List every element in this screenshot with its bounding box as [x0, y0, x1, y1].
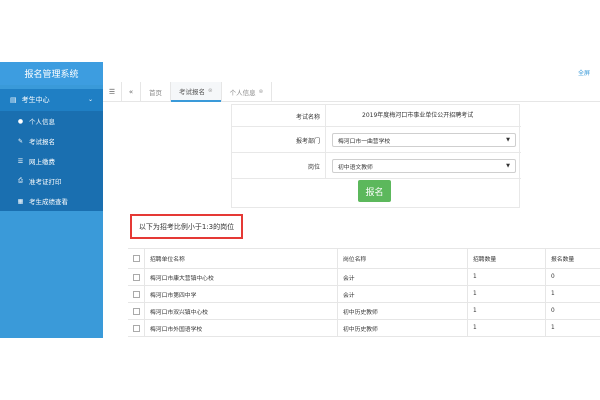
exam-name-row: 考试名称 2019年度梅河口市事业单位公开招聘考试 — [232, 105, 521, 127]
row-checkbox[interactable] — [132, 324, 140, 332]
table-cell: 0 — [545, 303, 600, 319]
tab-label: 考试报名 — [179, 87, 205, 96]
department-row: 报考部门 梅河口市一曲营学校 ▼ — [232, 127, 521, 153]
sidebar-item-exam-registration[interactable]: ✎ 考试报名 — [0, 131, 103, 151]
tab-personal-info[interactable]: 个人信息 ⊗ — [222, 82, 272, 102]
double-chevron-left-icon[interactable]: « — [122, 88, 140, 96]
row-checkbox-cell — [128, 303, 144, 319]
table-cell: 初中历史教师 — [337, 303, 467, 319]
chevron-down-icon: ▼ — [506, 137, 510, 143]
row-checkbox[interactable] — [132, 273, 140, 281]
table-cell: 梅河口市外国语学校 — [144, 320, 337, 336]
sidebar-item-label: 准考证打印 — [29, 178, 62, 186]
chevron-down-icon: ⌄ — [87, 96, 93, 103]
tab-home[interactable]: 首页 — [141, 82, 170, 102]
table-header: 招聘单位名称 岗位名称 招聘数量 报名数量 — [128, 249, 600, 269]
sidebar-group-label: 考生中心 — [21, 96, 50, 104]
tab-exam-registration[interactable]: 考试报名 ⊗ — [171, 81, 221, 102]
row-checkbox-cell — [128, 286, 144, 302]
printer-icon: ⎙ — [18, 177, 23, 184]
divider — [271, 81, 273, 102]
user-icon: ● — [17, 117, 24, 125]
table-cell: 1 — [467, 320, 545, 336]
sidebar: 报名管理系统 ▤ 考生中心 ⌄ ● 个人信息 ✎ 考试报名 ☰ 网上缴费 ⎙ 准… — [0, 62, 103, 338]
select-all-checkbox[interactable] — [132, 255, 140, 262]
table-cell: 初中历史教师 — [337, 320, 467, 336]
table-cell: 0 — [545, 269, 600, 285]
positions-table: 招聘单位名称 岗位名称 招聘数量 报名数量 梅河口市康大营镇中心校 会计 1 0… — [128, 248, 600, 337]
id-card-icon: ▤ — [10, 96, 17, 104]
edit-icon: ✎ — [17, 137, 24, 145]
position-row: 岗位 初中语文教师 ▼ — [232, 153, 521, 179]
row-checkbox-cell — [128, 320, 144, 336]
app-window: 报名管理系统 ▤ 考生中心 ⌄ ● 个人信息 ✎ 考试报名 ☰ 网上缴费 ⎙ 准… — [0, 62, 600, 338]
exam-name-value: 2019年度梅河口市事业单位公开招聘考试 — [362, 112, 474, 119]
table-row: 梅河口市康大营镇中心校 会计 1 0 — [128, 269, 600, 286]
close-icon[interactable]: ⊗ — [208, 88, 213, 94]
sidebar-item-label: 网上缴费 — [29, 158, 55, 166]
column-header: 报名数量 — [545, 249, 600, 268]
position-select[interactable]: 初中语文教师 ▼ — [332, 159, 516, 173]
fullscreen-button[interactable]: 全屏 — [578, 68, 590, 77]
close-icon[interactable]: ⊗ — [259, 89, 264, 95]
sidebar-item-online-payment[interactable]: ☰ 网上缴费 — [0, 151, 103, 171]
sidebar-item-personal-info[interactable]: ● 个人信息 — [0, 111, 103, 131]
table-cell: 1 — [545, 320, 600, 336]
submit-registration-button[interactable]: 报名 — [358, 180, 391, 202]
sidebar-item-label: 个人信息 — [29, 118, 55, 126]
column-header: 招聘数量 — [467, 249, 545, 268]
tab-label: 首页 — [149, 88, 162, 97]
brand-title: 报名管理系统 — [0, 62, 103, 85]
table-icon: ▦ — [17, 197, 24, 205]
row-checkbox[interactable] — [132, 290, 140, 298]
list-icon: ☰ — [17, 157, 24, 165]
table-row: 梅河口市外国语学校 初中历史教师 1 1 — [128, 320, 600, 337]
column-header: 岗位名称 — [337, 249, 467, 268]
table-cell: 1 — [467, 286, 545, 302]
sidebar-item-admission-ticket[interactable]: ⎙ 准考证打印 — [0, 171, 103, 191]
department-label: 报考部门 — [232, 127, 326, 153]
sidebar-menu: ● 个人信息 ✎ 考试报名 ☰ 网上缴费 ⎙ 准考证打印 ▦ 考生成绩查看 — [0, 111, 103, 211]
table-cell: 1 — [545, 286, 600, 302]
table-cell: 梅河口市第四中学 — [144, 286, 337, 302]
sidebar-item-score-view[interactable]: ▦ 考生成绩查看 — [0, 191, 103, 211]
position-label: 岗位 — [232, 153, 326, 179]
department-selected-value: 梅河口市一曲营学校 — [338, 138, 391, 145]
chevron-down-icon: ▼ — [506, 163, 510, 169]
table-cell: 梅河口市康大营镇中心校 — [144, 269, 337, 285]
row-checkbox[interactable] — [132, 307, 140, 315]
table-row: 梅河口市第四中学 会计 1 1 — [128, 286, 600, 303]
sidebar-item-label: 考试报名 — [29, 138, 55, 146]
table-row: 梅河口市双兴镇中心校 初中历史教师 1 0 — [128, 303, 600, 320]
table-cell: 会计 — [337, 269, 467, 285]
tab-bar: ☰ « 首页 考试报名 ⊗ 个人信息 ⊗ — [103, 81, 600, 102]
tab-label: 个人信息 — [229, 88, 256, 97]
position-selected-value: 初中语文教师 — [338, 164, 373, 171]
table-cell: 会计 — [337, 286, 467, 302]
department-select[interactable]: 梅河口市一曲营学校 ▼ — [332, 133, 516, 147]
exam-name-label: 考试名称 — [232, 105, 326, 127]
low-ratio-notice: 以下为招考比例小于1:3的岗位 — [130, 214, 243, 239]
table-cell: 1 — [467, 303, 545, 319]
sidebar-item-label: 考生成绩查看 — [29, 198, 68, 206]
table-cell: 梅河口市双兴镇中心校 — [144, 303, 337, 319]
select-all-checkbox-cell — [128, 249, 144, 268]
sidebar-group-candidate-center[interactable]: ▤ 考生中心 ⌄ — [0, 89, 103, 111]
row-checkbox-cell — [128, 269, 144, 285]
menu-toggle-icon[interactable]: ☰ — [103, 88, 121, 96]
column-header: 招聘单位名称 — [144, 249, 337, 268]
table-cell: 1 — [467, 269, 545, 285]
